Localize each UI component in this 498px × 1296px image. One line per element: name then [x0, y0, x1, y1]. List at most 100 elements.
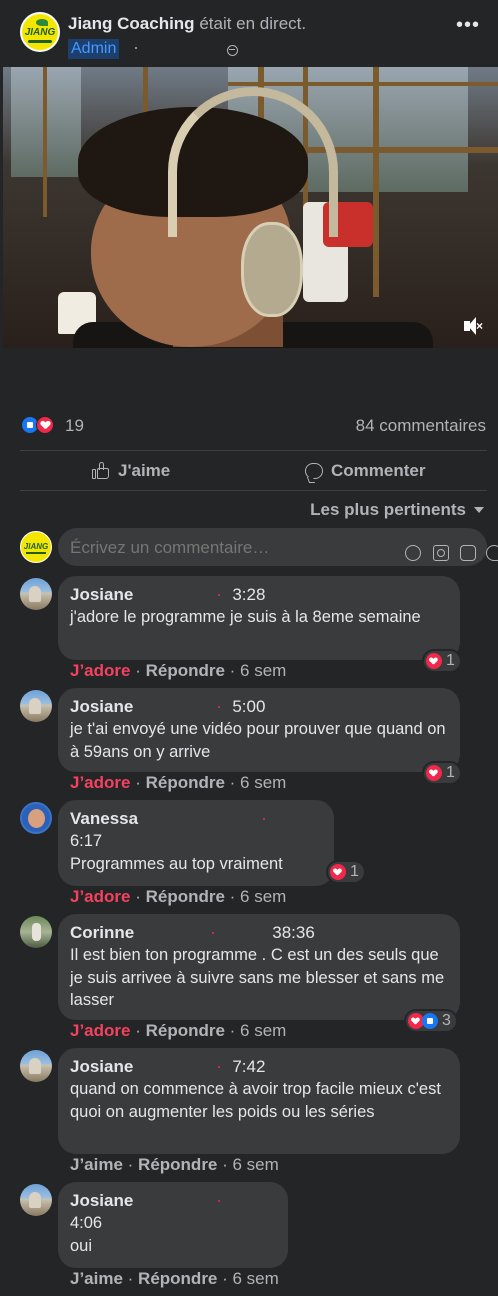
divider — [20, 450, 487, 451]
comment-author[interactable]: Josiane — [70, 584, 133, 606]
emoji-icon[interactable] — [405, 545, 421, 561]
comment-reaction-badge[interactable]: 1 — [328, 862, 364, 882]
video-timestamp-link[interactable]: 4:06 — [70, 1212, 276, 1235]
page-name-link[interactable]: Jiang Coaching — [68, 14, 195, 33]
logo-underline — [28, 40, 52, 43]
comment-reaction-badge[interactable]: 1 — [424, 763, 460, 783]
comment-composer[interactable] — [58, 528, 498, 566]
logo-text: JIANG — [23, 542, 49, 551]
comment-author-line: Josiane 7:42 — [70, 1056, 448, 1078]
sticker-icon[interactable] — [486, 545, 498, 561]
love-reaction-icon — [330, 864, 346, 880]
love-reaction-link[interactable]: J’adore — [70, 773, 130, 792]
badge-count: 1 — [350, 863, 359, 880]
like-reaction-link[interactable]: J’aime — [70, 1155, 123, 1174]
comment-age[interactable]: 6 sem — [233, 1155, 279, 1174]
reply-link[interactable]: Répondre — [138, 1269, 217, 1288]
comment-button[interactable]: Commenter — [305, 455, 425, 487]
video-timestamp-link[interactable]: 7:42 — [232, 1056, 265, 1078]
reply-link[interactable]: Répondre — [146, 1021, 225, 1040]
reply-link[interactable]: Répondre — [138, 1155, 217, 1174]
page-logo-avatar[interactable]: JIANG — [20, 12, 60, 52]
like-button-label: J'aime — [118, 461, 171, 480]
gif-icon[interactable] — [460, 545, 476, 561]
comment-age[interactable]: 6 sem — [240, 661, 286, 680]
comment-author-line: Josiane 3:28 — [70, 584, 448, 606]
comment-meta: J’adore · Répondre · 6 sem — [70, 773, 287, 792]
commenter-avatar[interactable] — [20, 690, 52, 722]
window-frame — [228, 82, 498, 86]
comment-bubble: Vanessa 6:17 Programmes au top vraiment — [58, 800, 334, 886]
love-reaction-link[interactable]: J’adore — [70, 661, 130, 680]
video-timestamp-link[interactable]: 5:00 — [232, 696, 265, 718]
red-dot — [218, 594, 221, 596]
comment-author[interactable]: Vanessa — [70, 808, 138, 830]
comment-author[interactable]: Corinne — [70, 922, 134, 944]
comment-age[interactable]: 6 sem — [240, 887, 286, 906]
video-timestamp-link[interactable]: 38:36 — [272, 922, 315, 944]
reply-link[interactable]: Répondre — [146, 887, 225, 906]
commenter-avatar[interactable] — [20, 578, 52, 610]
commenter-avatar[interactable] — [20, 1184, 52, 1216]
camera-icon[interactable] — [433, 545, 449, 561]
comment-author-line: Josiane 5:00 — [70, 696, 448, 718]
caret-down-icon — [474, 507, 484, 513]
reaction-count[interactable]: 19 — [65, 416, 84, 436]
comment-bubble: Josiane 5:00 je t'ai envoyé une vidéo po… — [58, 688, 460, 772]
commenter-avatar[interactable] — [20, 802, 52, 834]
thumbs-up-icon — [92, 462, 110, 480]
video-timestamp-link[interactable]: 3:28 — [232, 584, 265, 606]
separator-dot — [135, 47, 137, 49]
logo-underline — [26, 552, 46, 554]
comment-age[interactable]: 6 sem — [233, 1269, 279, 1288]
commenter-avatar[interactable] — [20, 916, 52, 948]
post-action-text: était en direct. — [199, 14, 307, 33]
comment-bubble: Josiane 4:06 oui — [58, 1182, 288, 1268]
muted-speaker-icon[interactable]: × — [462, 317, 484, 335]
comment-text: quand on commence à avoir trop facile mi… — [70, 1080, 441, 1121]
logo-text: JIANG — [24, 27, 56, 38]
comment-author[interactable]: Josiane — [70, 696, 133, 718]
like-reaction-link[interactable]: J’aime — [70, 1269, 123, 1288]
comment-age[interactable]: 6 sem — [240, 1021, 286, 1040]
comment-age[interactable]: 6 sem — [240, 773, 286, 792]
red-dot — [212, 932, 215, 934]
commenter-avatar[interactable] — [20, 1050, 52, 1082]
comment-author[interactable]: Josiane — [70, 1056, 133, 1078]
comment-sort-dropdown[interactable]: Les plus pertinents — [310, 500, 484, 520]
comment-text: j'adore le programme je suis à la 8eme s… — [70, 608, 421, 626]
love-reaction-link[interactable]: J’adore — [70, 887, 130, 906]
live-video-player[interactable]: × — [3, 67, 498, 348]
comment-meta: J’aime · Répondre · 6 sem — [70, 1155, 279, 1174]
window-frame — [43, 67, 47, 217]
love-reaction-icon — [426, 653, 442, 669]
love-reaction-link[interactable]: J’adore — [70, 1021, 130, 1040]
comment-bubble: Corinne 38:36 Il est bien ton programme … — [58, 914, 460, 1020]
composer-avatar: JIANG — [20, 531, 52, 563]
post-header: JIANG Jiang Coaching était en direct. Ad… — [0, 0, 498, 64]
window-frame — [373, 67, 379, 297]
comments-count[interactable]: 84 commentaires — [356, 416, 486, 436]
comment-author-line: Josiane — [70, 1190, 276, 1212]
comment-meta: J’adore · Répondre · 6 sem — [70, 1021, 287, 1040]
video-timestamp-link[interactable]: 6:17 — [70, 830, 322, 853]
badge-count: 1 — [446, 652, 455, 669]
like-button[interactable]: J'aime — [92, 455, 170, 487]
reaction-icons[interactable] — [21, 416, 61, 436]
comment-author[interactable]: Josiane — [70, 1190, 133, 1212]
comment-author-line: Vanessa — [70, 808, 322, 830]
comment-meta: J’aime · Répondre · 6 sem — [70, 1269, 279, 1288]
sort-label: Les plus pertinents — [310, 500, 466, 519]
comment-bubble-icon — [305, 463, 323, 479]
reply-link[interactable]: Répondre — [146, 661, 225, 680]
divider — [20, 490, 487, 491]
red-dot — [218, 1200, 221, 1202]
more-options-icon[interactable]: ••• — [456, 15, 482, 40]
comment-reaction-badge[interactable]: 1 — [424, 651, 460, 671]
comment-text: je t'ai envoyé une vidéo pour prouver qu… — [70, 720, 446, 761]
comment-input[interactable] — [70, 538, 380, 558]
comment-reaction-badge[interactable]: 3 — [406, 1011, 456, 1031]
globe-icon[interactable] — [227, 45, 238, 56]
comment-meta: J’adore · Répondre · 6 sem — [70, 661, 287, 680]
reply-link[interactable]: Répondre — [146, 773, 225, 792]
